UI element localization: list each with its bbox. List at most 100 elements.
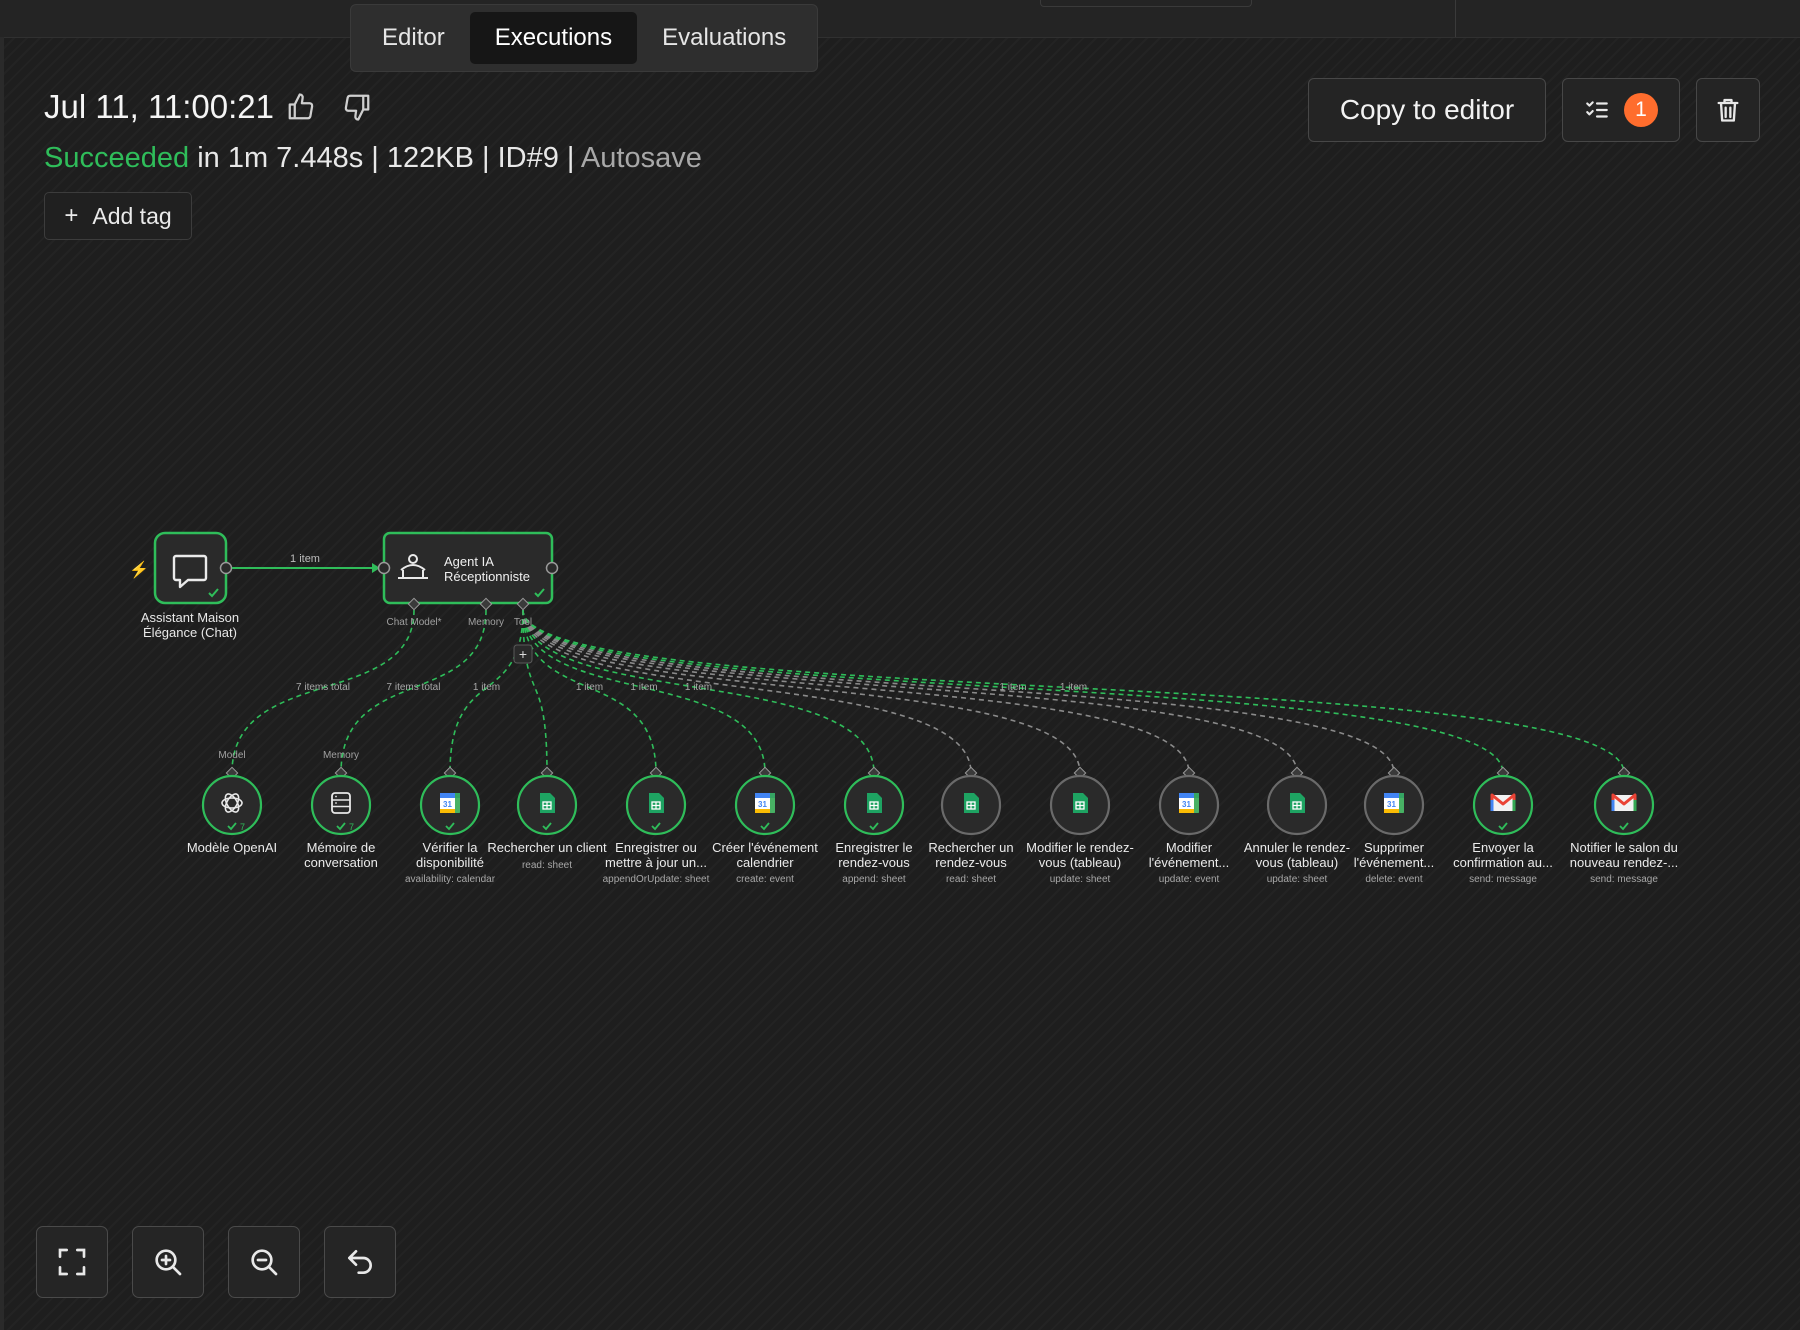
trigger-bolt-icon: ⚡ — [129, 560, 149, 579]
sub-node[interactable]: Rechercher unrendez-vous read: sheet — [928, 766, 1014, 885]
sub-node[interactable]: Model 7 Modèle OpenAI — [187, 750, 277, 855]
sub-node-label-line2: calendrier — [736, 855, 794, 870]
sub-node-operation: create: event — [736, 874, 794, 885]
sub-node[interactable]: Modifier le rendez-vous (tableau) update:… — [1026, 766, 1134, 885]
sub-node-label-line1: Supprimer — [1364, 840, 1425, 855]
sub-node-operation: send: message — [1469, 874, 1537, 885]
svg-text:31: 31 — [758, 800, 767, 809]
tool-connection-label: 1 item — [685, 682, 712, 693]
sub-node-operation: update: sheet — [1267, 874, 1328, 885]
zoom-out-button[interactable] — [228, 1226, 300, 1298]
workflow-canvas[interactable]: 7 items total 7 items total 1 item 1 item 1 … — [0, 0, 1800, 1330]
tool-connection-line — [522, 609, 1081, 774]
main-connection: 1 item — [232, 553, 380, 573]
fit-view-button[interactable] — [36, 1226, 108, 1298]
zoom-in-button[interactable] — [132, 1226, 204, 1298]
agent-input-port[interactable] — [377, 561, 391, 575]
sub-node-operation: delete: event — [1365, 874, 1422, 885]
port-label-tool: Tool — [514, 617, 532, 628]
sub-node[interactable]: Enregistrer oumettre à jour un... appendO… — [603, 766, 710, 885]
agent-node[interactable]: Agent IA Réceptionniste Chat Model* Memo… — [377, 531, 559, 664]
sub-node-operation: update: sheet — [1050, 874, 1111, 885]
port-label-memory: Memory — [468, 617, 504, 628]
google-sheets-icon — [649, 793, 664, 813]
agent-label-line1: Agent IA — [444, 554, 494, 569]
google-calendar-icon: 31 — [1384, 793, 1404, 813]
sub-node-label-line2: conversation — [304, 855, 378, 870]
svg-text:31: 31 — [1387, 800, 1396, 809]
trigger-node[interactable]: ⚡ Assistant Maison Élégance (Chat) — [129, 531, 239, 640]
sub-node-label-line1: Enregistrer ou — [615, 840, 697, 855]
trigger-output-port[interactable] — [219, 561, 233, 575]
tool-connection — [522, 609, 1190, 774]
sub-node-label-line2: l'événement... — [1149, 855, 1230, 870]
google-sheets-icon — [964, 793, 979, 813]
port-label-chat-model: Chat Model* — [386, 617, 441, 628]
google-sheets-icon — [540, 793, 555, 813]
sub-node[interactable]: Enregistrer lerendez-vous append: sheet — [835, 766, 913, 885]
sub-node[interactable]: Envoyer laconfirmation au... send: messag… — [1453, 766, 1553, 885]
sub-node-label-line2: nouveau rendez-... — [1570, 855, 1678, 870]
sub-node[interactable]: 31 Modifierl'événement... update: event — [1149, 766, 1230, 885]
tool-connection-line — [522, 609, 1190, 774]
sub-node-label-line1: Rechercher un client — [487, 840, 607, 855]
tool-connection — [522, 609, 1081, 774]
sub-node-label-line2: vous (tableau) — [1039, 855, 1121, 870]
sub-node-label-line1: Notifier le salon du — [1570, 840, 1678, 855]
tool-connection-label: 1 item — [576, 682, 603, 693]
agent-label-line2: Réceptionniste — [444, 569, 530, 584]
sub-node-operation: append: sheet — [842, 874, 906, 885]
sub-node-body[interactable] — [201, 774, 263, 836]
sub-node-label-line2: mettre à jour un... — [605, 855, 707, 870]
sub-node[interactable]: Annuler le rendez-vous (tableau) update: … — [1244, 766, 1350, 885]
trigger-label-line2: Élégance (Chat) — [143, 625, 237, 640]
tool-connection: 1 item — [522, 609, 766, 774]
sub-node-operation: availability: calendar — [405, 874, 496, 885]
tool-connection-label: 1 item — [630, 682, 657, 693]
agent-output-port[interactable] — [545, 561, 559, 575]
tool-connection-label: 7 items total — [387, 682, 441, 693]
svg-text:31: 31 — [1182, 800, 1191, 809]
svg-text:31: 31 — [443, 800, 452, 809]
sub-node-label-line1: Modifier le rendez- — [1026, 840, 1134, 855]
sub-node[interactable]: 31 Créer l'événementcalendrier create: eve… — [712, 766, 818, 885]
tool-connection-label: 1 item — [473, 682, 500, 693]
sub-node-layer: Model 7 Modèle OpenAI Memory 7 Mémoire deconv… — [187, 750, 1678, 885]
sub-node[interactable]: Notifier le salon dunouveau rendez-... se… — [1570, 766, 1678, 885]
sub-node-label-line1: Créer l'événement — [712, 840, 818, 855]
trigger-label-line1: Assistant Maison — [141, 610, 239, 625]
sub-node-operation: appendOrUpdate: sheet — [603, 874, 710, 885]
sub-node-label-line1: Rechercher un — [928, 840, 1013, 855]
sub-node[interactable]: Rechercher un client read: sheet — [487, 766, 607, 871]
sub-node-label-line1: Enregistrer le — [835, 840, 912, 855]
sub-node-label-line2: vous (tableau) — [1256, 855, 1338, 870]
tool-connection: 7 items total — [340, 609, 487, 774]
sub-node-label-line2: l'événement... — [1354, 855, 1435, 870]
connection-layer: 7 items total 7 items total 1 item 1 item 1 … — [231, 609, 1625, 774]
sub-node-label-line1: Mémoire de — [307, 840, 376, 855]
google-sheets-icon — [867, 793, 882, 813]
tool-connection: 1 item — [449, 609, 524, 774]
sub-node-label-line2: rendez-vous — [838, 855, 910, 870]
tool-connection: 1 item — [522, 609, 1504, 774]
tool-connection-label: 7 items total — [296, 682, 350, 693]
reset-zoom-button[interactable] — [324, 1226, 396, 1298]
sub-node[interactable]: 31 Supprimerl'événement... delete: event — [1354, 766, 1435, 885]
sub-node-operation: update: event — [1159, 874, 1220, 885]
sub-node-port-label: Memory — [323, 750, 359, 761]
tool-connection-label: 1 item — [1060, 682, 1087, 693]
sub-node[interactable]: 31 Vérifier ladisponibilité availability: … — [405, 766, 496, 885]
sub-node[interactable]: Memory 7 Mémoire deconversation — [304, 750, 378, 870]
run-count: 7 — [240, 822, 245, 832]
sub-node-label-line1: Annuler le rendez- — [1244, 840, 1350, 855]
zoom-out-icon — [251, 1249, 278, 1276]
run-count: 7 — [349, 822, 354, 832]
add-tool-plus: + — [519, 646, 527, 662]
zoom-in-icon — [155, 1249, 182, 1276]
gmail-icon — [1490, 793, 1516, 811]
sub-node-label-line1: Vérifier la — [423, 840, 479, 855]
sub-node-label-line2: disponibilité — [416, 855, 484, 870]
main-connection-label: 1 item — [290, 553, 320, 565]
gmail-icon — [1611, 793, 1637, 811]
sub-node-body[interactable] — [310, 774, 372, 836]
